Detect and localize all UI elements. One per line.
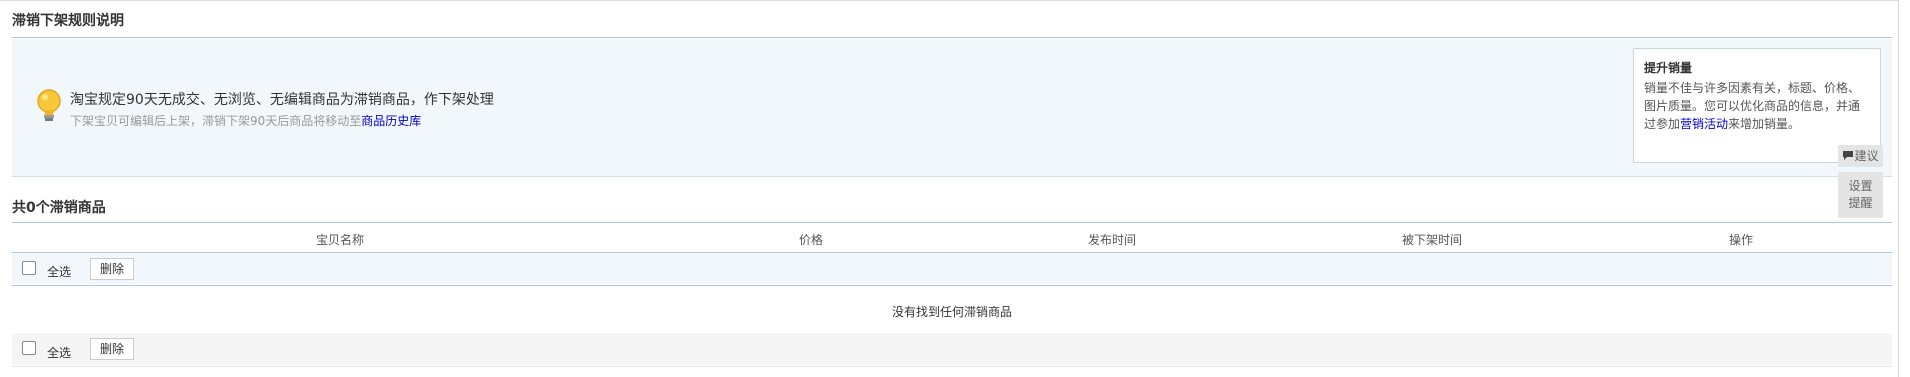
history-link[interactable]: 商品历史库 (361, 114, 421, 128)
frame-top-border (0, 0, 1898, 1)
suggestion-body-tail: 来增加销量。 (1728, 117, 1801, 131)
col-header-publish-time: 发布时间 (1088, 233, 1137, 247)
set-reminder-button[interactable]: 设置 提醒 (1838, 172, 1883, 218)
reminder-label-line2: 提醒 (1848, 196, 1873, 210)
toolbar-top: 全选 删除 (12, 254, 1892, 284)
list-section-title: 共0个滞销商品 (12, 200, 106, 216)
lightbulb-icon (37, 89, 61, 121)
select-all-label-bottom: 全选 (47, 346, 72, 360)
col-header-actions: 操作 (1729, 233, 1754, 247)
select-all-checkbox[interactable] (22, 261, 36, 275)
rule-sub-text: 下架宝贝可编辑后上架，滞销下架90天后商品将移动至商品历史库 (70, 112, 421, 129)
suggest-button-label: 建议 (1854, 149, 1879, 163)
rule-main-text: 淘宝规定90天无成交、无浏览、无编辑商品为滞销商品，作下架处理 (70, 92, 494, 108)
chat-bubble-icon (1843, 151, 1854, 160)
col-header-item-name: 宝贝名称 (316, 233, 365, 247)
rules-info-box: 淘宝规定90天无成交、无浏览、无编辑商品为滞销商品，作下架处理 下架宝贝可编辑后… (12, 39, 1892, 177)
select-all-checkbox-bottom[interactable] (22, 341, 36, 355)
delete-button[interactable]: 删除 (90, 258, 134, 280)
marketing-link[interactable]: 营销活动 (1680, 117, 1728, 131)
rules-title-divider (12, 37, 1892, 38)
toolbar-divider (12, 285, 1892, 286)
list-title-divider (12, 222, 1892, 223)
col-header-price: 价格 (799, 233, 824, 247)
suggestion-body: 销量不佳与许多因素有关，标题、价格、图片质量。您可以优化商品的信息，并通过参加营… (1644, 79, 1870, 133)
suggestion-title: 提升销量 (1644, 61, 1693, 75)
rule-sub-text-label: 下架宝贝可编辑后上架，滞销下架90天后商品将移动至 (70, 114, 362, 128)
header-divider (12, 252, 1892, 253)
empty-state-message: 没有找到任何滞销商品 (891, 305, 1012, 319)
toolbar-bottom: 全选 删除 (12, 333, 1892, 365)
delete-button-bottom[interactable]: 删除 (90, 338, 134, 360)
select-all-label: 全选 (47, 265, 72, 279)
col-header-delist-time: 被下架时间 (1402, 233, 1463, 247)
bottom-divider (12, 366, 1892, 367)
suggest-button[interactable]: 建议 (1838, 145, 1883, 167)
reminder-label-line1: 设置 (1848, 179, 1873, 193)
rules-section-title: 滞销下架规则说明 (12, 13, 124, 29)
